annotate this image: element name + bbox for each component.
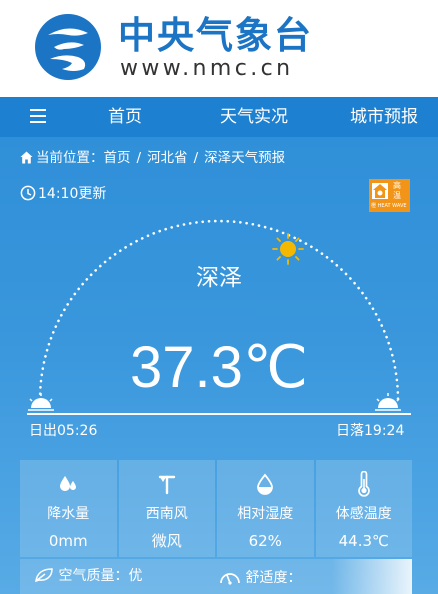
update-time: 14:10更新 [20, 185, 106, 203]
nav-city-forecast[interactable]: 城市预报 [350, 106, 418, 128]
sun-position-icon [272, 233, 304, 265]
site-header: 中央气象台 www.nmc.cn [0, 0, 438, 97]
stat-humidity: 相对湿度 62% [217, 460, 314, 557]
leaf-icon [35, 568, 53, 583]
comfort-index[interactable]: 舒适度： [219, 567, 301, 587]
gauge-icon [220, 573, 240, 585]
breadcrumb-home[interactable]: 首页 [104, 150, 131, 166]
current-temperature: 37.3℃ [129, 335, 309, 400]
weather-stats: 降水量 0mm 西南风 微风 相对湿度 62% 体感温度 44.3℃ [20, 460, 412, 557]
wind-icon [119, 470, 216, 498]
breadcrumb-current: 深泽天气预报 [204, 150, 286, 166]
home-icon [20, 151, 33, 164]
raindrop-icon [20, 470, 117, 498]
menu-icon[interactable] [30, 109, 48, 125]
stat-wind: 西南风 微风 [118, 460, 216, 557]
update-time-text: 14:10更新 [38, 186, 107, 202]
alert-subtitle: 橙 HEAT WAVE [371, 203, 407, 209]
breadcrumb-prefix: 当前位置： [36, 150, 104, 166]
stat-value: 62% [248, 532, 282, 550]
nav-home[interactable]: 首页 [108, 106, 142, 128]
nav-observations[interactable]: 天气实况 [220, 106, 288, 128]
breadcrumb-separator: / [136, 150, 142, 166]
site-url[interactable]: www.nmc.cn [120, 56, 293, 82]
breadcrumb-separator: / [193, 150, 199, 166]
stat-precipitation: 降水量 0mm [20, 460, 117, 557]
stat-label: 体感温度 [335, 506, 392, 522]
site-title[interactable]: 中央气象台 [118, 14, 313, 58]
main-nav: 首页 天气实况 城市预报 [0, 97, 438, 137]
bottom-info-bar: 空气质量：优 舒适度： [20, 559, 412, 594]
alert-type: 高温 [393, 181, 401, 200]
weather-panel: 当前位置：首页 / 河北省 / 深泽天气预报 14:10更新 高温 橙 HEAT WAV… [0, 137, 438, 594]
clock-icon [20, 185, 36, 201]
scroll-fade [332, 559, 412, 594]
stat-label: 西南风 [145, 506, 188, 522]
breadcrumb: 当前位置：首页 / 河北省 / 深泽天气预报 [20, 149, 285, 167]
sunset-time: 日落19:24 [336, 423, 405, 439]
city-name: 深泽 [196, 265, 242, 291]
air-quality-text: 空气质量：优 [58, 568, 143, 584]
thermometer-icon [316, 470, 413, 498]
heat-alert-badge[interactable]: 高温 橙 HEAT WAVE [369, 179, 410, 212]
stat-value: 44.3℃ [338, 532, 389, 550]
stat-feels-like: 体感温度 44.3℃ [315, 460, 413, 557]
nmc-logo-icon[interactable] [34, 13, 102, 81]
comfort-text: 舒适度： [245, 570, 302, 586]
sunrise-time: 日出05:26 [29, 423, 98, 439]
alert-house-icon [372, 183, 388, 199]
stat-value: 0mm [48, 532, 88, 550]
breadcrumb-province[interactable]: 河北省 [147, 150, 188, 166]
air-quality[interactable]: 空气质量：优 [34, 567, 142, 585]
stat-label: 降水量 [47, 506, 90, 522]
humidity-icon [217, 470, 314, 498]
stat-value: 微风 [151, 532, 182, 550]
stat-label: 相对湿度 [237, 506, 294, 522]
